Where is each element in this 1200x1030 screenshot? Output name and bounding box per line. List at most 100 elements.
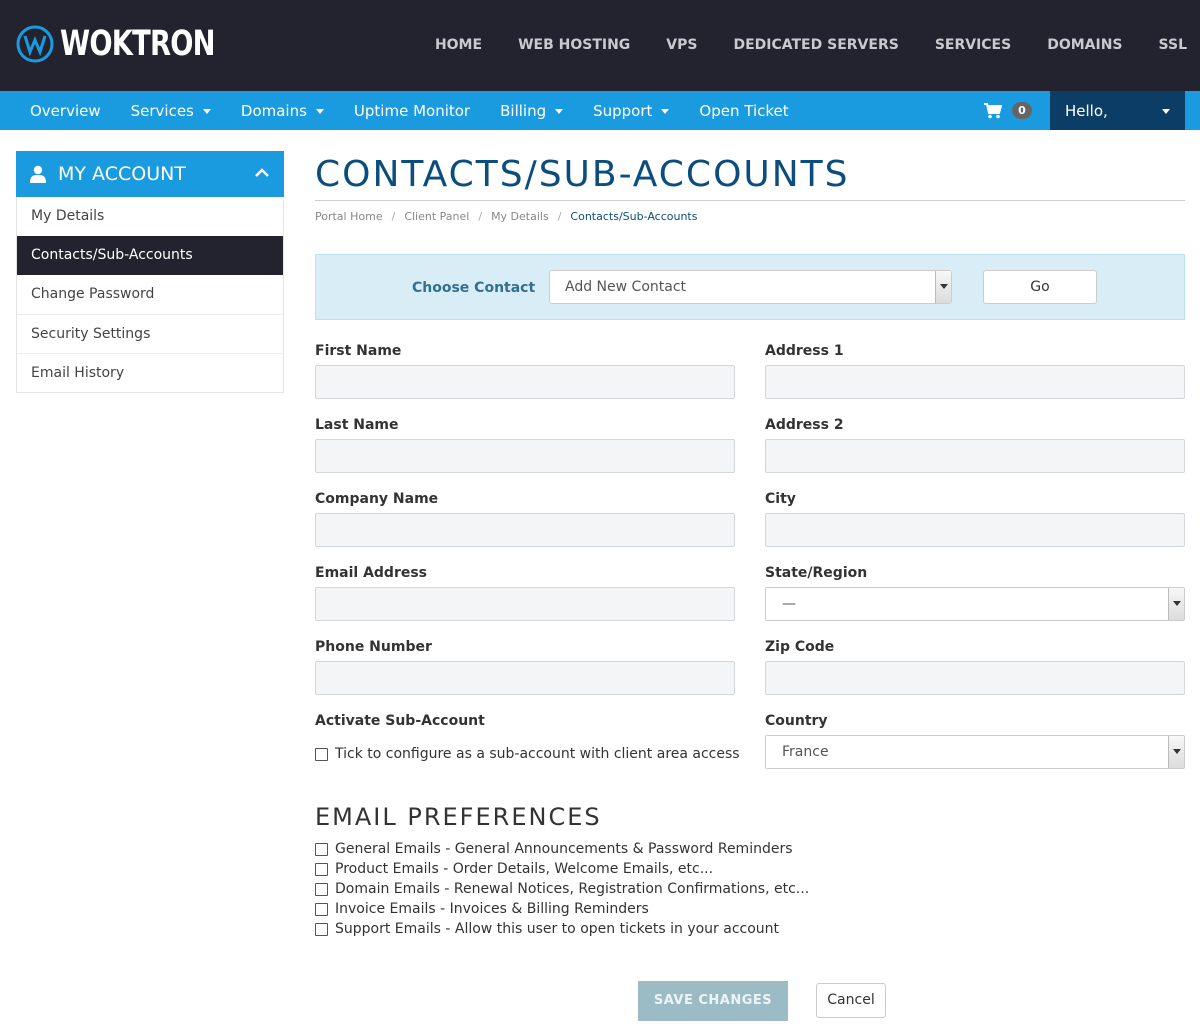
first-name-label: First Name [315, 343, 402, 359]
email-pref-general-text: General Emails - General Announcements &… [335, 841, 793, 857]
select-arrow-icon [1168, 736, 1184, 768]
country-select[interactable]: France [765, 735, 1185, 769]
breadcrumb-current: Contacts/Sub-Accounts [570, 210, 698, 223]
nav-domains-label: Domains [240, 101, 307, 120]
nav-overview[interactable]: Overview [15, 102, 116, 120]
breadcrumb-separator: / [557, 210, 562, 223]
top-nav-ssl[interactable]: SSL [1159, 37, 1187, 53]
sidebar-item-change-password[interactable]: Change Password [17, 275, 283, 314]
email-pref-product-text: Product Emails - Order Details, Welcome … [335, 861, 714, 877]
address1-label: Address 1 [765, 343, 844, 359]
zip-label: Zip Code [765, 639, 835, 655]
nav-uptime-monitor[interactable]: Uptime Monitor [339, 102, 485, 120]
breadcrumb: Portal Home / Client Panel / My Details … [315, 210, 1185, 223]
email-pref-general-checkbox[interactable] [315, 842, 328, 856]
email-pref-product[interactable]: Product Emails - Order Details, Welcome … [315, 861, 713, 877]
email-pref-product-checkbox[interactable] [315, 862, 328, 876]
cancel-button[interactable]: Cancel [816, 983, 886, 1018]
title-divider [315, 200, 1185, 201]
nav-services-label: Services [130, 101, 194, 120]
nav-services[interactable]: Services [116, 102, 226, 120]
city-field[interactable] [765, 513, 1185, 547]
top-nav-vps[interactable]: VPS [666, 37, 697, 53]
breadcrumb-my-details[interactable]: My Details [491, 210, 549, 223]
company-name-label: Company Name [315, 491, 439, 507]
email-pref-domain[interactable]: Domain Emails - Renewal Notices, Registr… [315, 881, 809, 897]
account-sidebar: MY ACCOUNT My Details Contacts/Sub-Accou… [16, 151, 284, 393]
sidebar-item-contacts[interactable]: Contacts/Sub-Accounts [17, 236, 283, 275]
brand-logo[interactable]: WOKTRON [16, 24, 258, 64]
logo-mark-icon [16, 25, 54, 63]
cart-button[interactable]: 0 [984, 91, 1032, 130]
top-nav-home[interactable]: HOME [435, 37, 482, 53]
contact-select[interactable]: Add New Contact [549, 270, 952, 304]
address2-field[interactable] [765, 439, 1185, 473]
breadcrumb-portal-home[interactable]: Portal Home [315, 210, 383, 223]
top-nav-domains[interactable]: DOMAINS [1047, 37, 1122, 53]
user-icon [30, 165, 46, 183]
top-nav-web-hosting[interactable]: WEB HOSTING [518, 37, 630, 53]
main-content: CONTACTS/SUB-ACCOUNTS Portal Home / Clie… [315, 151, 1185, 1021]
sidebar-list: My Details Contacts/Sub-Accounts Change … [16, 197, 284, 393]
email-pref-invoice-text: Invoice Emails - Invoices & Billing Remi… [335, 901, 649, 917]
nav-domains[interactable]: Domains [226, 102, 339, 120]
breadcrumb-separator: / [478, 210, 483, 223]
sidebar-item-security-settings[interactable]: Security Settings [17, 314, 283, 353]
email-pref-invoice[interactable]: Invoice Emails - Invoices & Billing Remi… [315, 901, 649, 917]
email-pref-general[interactable]: General Emails - General Announcements &… [315, 841, 793, 857]
email-pref-support-checkbox[interactable] [315, 922, 328, 936]
top-nav-services[interactable]: SERVICES [935, 37, 1011, 53]
select-arrow-icon [1168, 588, 1184, 620]
first-name-field[interactable] [315, 365, 735, 399]
phone-field[interactable] [315, 661, 735, 695]
sidebar-title: MY ACCOUNT [58, 163, 186, 185]
save-changes-button[interactable]: SAVE CHANGES [638, 981, 788, 1021]
email-pref-domain-text: Domain Emails - Renewal Notices, Registr… [335, 881, 810, 897]
cart-count-badge: 0 [1012, 102, 1032, 119]
nav-overview-label: Overview [30, 101, 101, 120]
page-title: CONTACTS/SUB-ACCOUNTS [315, 154, 850, 195]
email-pref-domain-checkbox[interactable] [315, 882, 328, 896]
nav-billing[interactable]: Billing [485, 102, 578, 120]
nav-support[interactable]: Support [578, 102, 684, 120]
sidebar-item-email-history[interactable]: Email History [17, 353, 283, 392]
top-nav-dedicated-servers[interactable]: DEDICATED SERVERS [733, 37, 898, 53]
caret-down-icon [661, 109, 670, 114]
caret-down-icon [1162, 109, 1170, 114]
choose-contact-label: Choose Contact [412, 280, 536, 296]
state-label: State/Region [765, 565, 868, 581]
chevron-up-icon[interactable] [254, 165, 270, 181]
subaccount-checkbox-row[interactable]: Tick to configure as a sub-account with … [315, 746, 740, 762]
city-label: City [765, 491, 796, 507]
country-label: Country [765, 713, 828, 729]
sidebar-header[interactable]: MY ACCOUNT [16, 151, 284, 197]
subaccount-checkbox-text: Tick to configure as a sub-account with … [335, 746, 740, 762]
breadcrumb-separator: / [391, 210, 396, 223]
nav-billing-label: Billing [500, 101, 547, 120]
address1-field[interactable] [765, 365, 1185, 399]
go-button[interactable]: Go [983, 270, 1097, 304]
nav-open-ticket[interactable]: Open Ticket [684, 102, 803, 120]
subaccount-checkbox[interactable] [315, 747, 328, 761]
user-menu[interactable]: Hello, [1050, 91, 1185, 130]
address2-label: Address 2 [765, 417, 844, 433]
company-name-field[interactable] [315, 513, 735, 547]
email-pref-support[interactable]: Support Emails - Allow this user to open… [315, 921, 779, 937]
breadcrumb-client-panel[interactable]: Client Panel [404, 210, 469, 223]
state-select[interactable]: — [765, 587, 1185, 621]
contact-chooser-panel: Choose Contact Add New Contact Go [315, 254, 1185, 320]
select-arrow-icon [935, 271, 951, 303]
last-name-field[interactable] [315, 439, 735, 473]
state-select-value: — [782, 596, 796, 612]
shopping-cart-icon [984, 102, 1002, 118]
country-select-value: France [782, 744, 829, 760]
email-pref-invoice-checkbox[interactable] [315, 902, 328, 916]
client-nav-bar: Overview Services Domains Uptime Monitor… [0, 91, 1200, 130]
zip-field[interactable] [765, 661, 1185, 695]
email-field[interactable] [315, 587, 735, 621]
nav-support-label: Support [593, 101, 653, 120]
top-header: WOKTRON HOME WEB HOSTING VPS DEDICATED S… [0, 0, 1200, 91]
caret-down-icon [315, 109, 324, 114]
top-nav: HOME WEB HOSTING VPS DEDICATED SERVERS S… [435, 37, 1200, 53]
sidebar-item-my-details[interactable]: My Details [17, 197, 283, 236]
